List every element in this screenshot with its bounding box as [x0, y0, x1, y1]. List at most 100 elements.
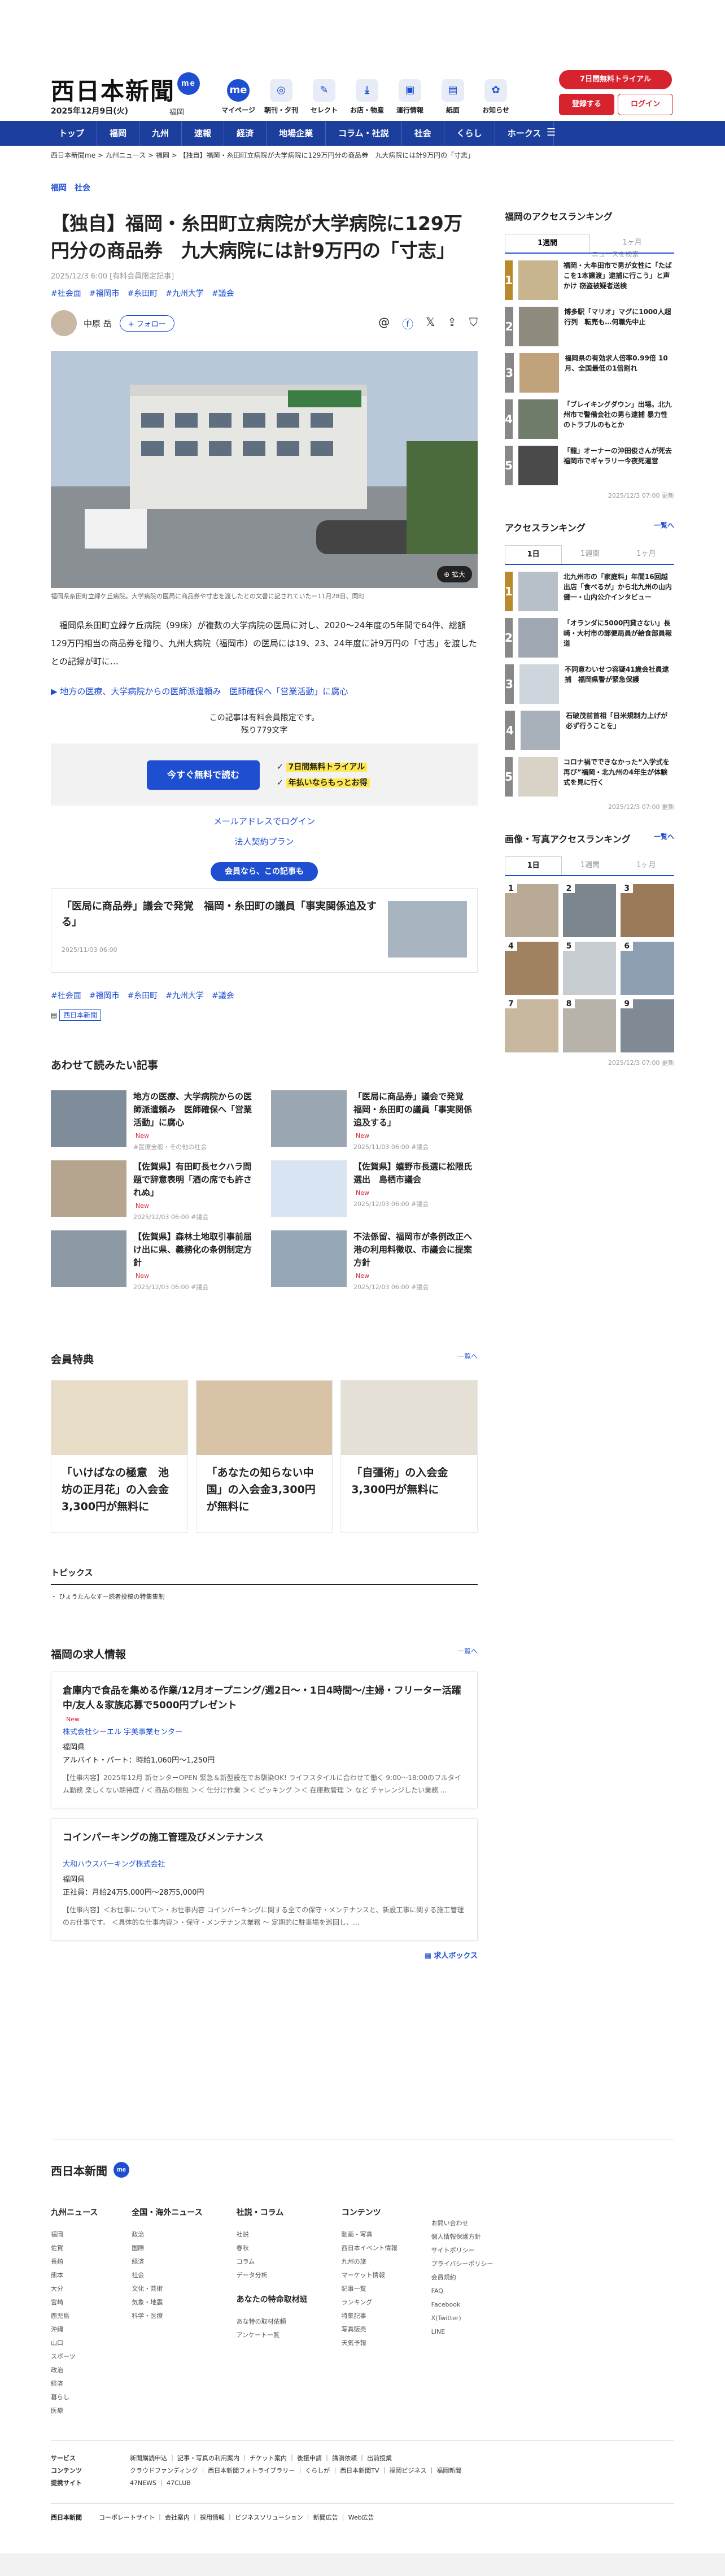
footer-link[interactable]: 記事一覧	[342, 2282, 398, 2296]
footer-link[interactable]: 動画・写真	[342, 2228, 398, 2242]
login-button[interactable]: ログイン	[618, 94, 673, 115]
photo-rank-item[interactable]: 1	[505, 884, 558, 937]
tab-tabs2[interactable]: 1週間	[562, 545, 618, 564]
ranking-item[interactable]: 5 「龍」オーナーの沖田俊さんが死去 福岡市でギャラリー今夜死運営	[505, 446, 679, 485]
rank-more-link[interactable]: 一覧へ	[654, 520, 674, 534]
recommend-item[interactable]: 【佐賀県】有田町長セクハラ問題で辞意表明「酒の席でも許されぬ」 New 2025/1…	[51, 1160, 257, 1221]
footer-link[interactable]: プライバシーポリシー	[431, 2257, 493, 2271]
header-icon-2[interactable]: ✎ セレクト	[306, 79, 342, 115]
benefit-card[interactable]: 「自彊術」の入会金3,300円が無料に	[340, 1380, 478, 1533]
footer-row-links[interactable]: クラウドファンディング ｜ 西日本新聞フォトライブラリー ｜ くらしが ｜ 西日…	[130, 2465, 461, 2477]
footer-link[interactable]: ランキング	[342, 2296, 398, 2309]
read-free-button[interactable]: 今すぐ無料で読む	[147, 760, 260, 790]
header-icon-4[interactable]: ▣ 運行情報	[392, 79, 428, 115]
tag-link[interactable]: #糸田町	[127, 288, 158, 299]
footer-link[interactable]: 佐賀	[51, 2242, 98, 2255]
article-categories[interactable]: 福岡 社会	[51, 182, 478, 193]
header-icon-6[interactable]: ✿ お知らせ	[478, 79, 514, 115]
article-photo[interactable]: ⊕ 拡大	[51, 351, 478, 588]
tab-tabs2[interactable]: 1日	[505, 545, 562, 564]
ranking-item[interactable]: 2 博多駅「マリオ」マグに1000人超行列 転売も…何職先中止	[505, 307, 674, 346]
email-login-link[interactable]: メールアドレスでログイン	[51, 811, 478, 832]
tab-tabs1[interactable]: 1ヶ月	[590, 234, 674, 253]
footer-link[interactable]: 経済	[51, 2377, 98, 2391]
job-card[interactable]: 倉庫内で食品を集める作業/12月オープニング/週2日～・1日4時間～/主婦・フリ…	[51, 1672, 478, 1808]
footer-link[interactable]: LINE	[431, 2325, 493, 2339]
photo-rank-item[interactable]: 9	[621, 999, 674, 1052]
bookmark-icon[interactable]: ⛉	[469, 315, 478, 332]
footer-link[interactable]: 長崎	[51, 2255, 98, 2269]
footer-link[interactable]: 西日本イベント情報	[342, 2242, 398, 2255]
ranking-item[interactable]: 4 「ブレイキングダウン」出場。北九州市で警備会社の男ら逮捕 暴力性のトラブルのも…	[505, 399, 674, 439]
threads-icon[interactable]: @	[378, 315, 390, 332]
site-logo[interactable]: 西日本新聞 me	[51, 72, 200, 107]
footer-link[interactable]: 特集記事	[342, 2309, 398, 2323]
footer-link[interactable]: 社説	[237, 2228, 308, 2242]
footer-link[interactable]: FAQ	[431, 2285, 493, 2298]
tab-tabs3[interactable]: 1ヶ月	[618, 856, 674, 875]
nav-item-4[interactable]: 経済	[224, 121, 267, 146]
recommend-item[interactable]: 「医局に商品券」議会で発覚 福岡・糸田町の議員「事実関係追及する」 New 2025…	[271, 1090, 478, 1151]
footer-link[interactable]: 暮らし	[51, 2391, 98, 2404]
footer-logo[interactable]: 西日本新聞 me	[51, 2139, 674, 2178]
nav-item-1[interactable]: 福岡	[97, 121, 140, 146]
footer-row-links[interactable]: 新聞購読申込 ｜ 記事・写真の利用案内 ｜ チケット案内 ｜ 後援申請 ｜ 講演…	[130, 2452, 392, 2465]
nav-item-5[interactable]: 地場企業	[267, 121, 326, 146]
facebook-icon[interactable]: ⓕ	[402, 315, 413, 332]
header-icon-0[interactable]: me マイページ	[220, 79, 256, 115]
ranking-item[interactable]: 1 福岡・大牟田市で男が女性に「たばこを1本譲渡」逮捕に行こう」と声かけ 窃盗被疑…	[505, 260, 674, 300]
header-icon-1[interactable]: ◎ 朝刊・夕刊	[263, 79, 299, 115]
photo-rank-more-link[interactable]: 一覧へ	[654, 832, 674, 845]
footer-link[interactable]: 経済	[132, 2255, 202, 2269]
ranking-item[interactable]: 1 北九州市の「家庭料」年間16回越出店「食べるが」から北九州の山内健一・山内公介…	[505, 572, 674, 611]
publisher-badge[interactable]: 西日本新聞	[59, 1009, 102, 1021]
tab-tabs3[interactable]: 1週間	[562, 856, 618, 875]
footer-link[interactable]: コラム	[237, 2255, 308, 2269]
ranking-item[interactable]: 3 福岡県の有効求人倍率0.99倍 10月、全国最低の1倍割れ	[505, 353, 674, 393]
search-icon[interactable]: ⌕	[660, 128, 664, 137]
footer-link[interactable]: 福岡	[51, 2228, 98, 2242]
tag-link[interactable]: #福岡市	[89, 288, 120, 299]
tag-link[interactable]: #議会	[212, 288, 234, 299]
share-icon[interactable]: ⇪	[447, 315, 457, 332]
footer-link[interactable]: アンケート一覧	[237, 2329, 308, 2342]
author-avatar[interactable]	[51, 310, 77, 336]
ranking-item[interactable]: 2 「オランダに5000円貸さない」長崎・大村市の郵便局員が給食部員報道	[505, 618, 674, 658]
benefit-card[interactable]: 「いけばなの極意 池坊の正月花」の入会金3,300円が無料に	[51, 1380, 188, 1533]
tab-tabs3[interactable]: 1日	[505, 856, 562, 875]
footer-link[interactable]: 春秋	[237, 2242, 308, 2255]
footer-link[interactable]: X(Twitter)	[431, 2312, 493, 2325]
member-article-card[interactable]: 「医局に商品券」議会で発覚 福岡・糸田町の議員「事実関係追及する」 2025/1…	[51, 888, 478, 973]
footer-link[interactable]: あな特の取材依頼	[237, 2315, 308, 2329]
photo-rank-item[interactable]: 5	[562, 942, 617, 995]
ranking-item[interactable]: 3 不同意わいせつ容疑41歳会社員逮捕 福岡県警が緊急保護	[505, 664, 674, 704]
tag-link[interactable]: #糸田町	[127, 990, 158, 1001]
tag-link[interactable]: #議会	[212, 990, 234, 1001]
job-card[interactable]: コインパーキングの施工管理及びメンテナンス 大和ハウスパーキング株式会社 福岡県 正社…	[51, 1818, 478, 1940]
corporate-plan-link[interactable]: 法人契約プラン	[51, 832, 478, 852]
footer-link[interactable]: スポーツ	[51, 2350, 98, 2364]
zoom-button[interactable]: ⊕ 拡大	[437, 566, 472, 582]
footer-link[interactable]: 科学・医療	[132, 2309, 202, 2323]
photo-rank-item[interactable]: 3	[621, 884, 674, 937]
footer-link[interactable]: 天気予報	[342, 2336, 398, 2350]
recommend-item[interactable]: 【佐賀県】森林土地取引事前届け出に県、義務化の条例制定方針 New 2025/12/…	[51, 1230, 257, 1291]
tab-tabs2[interactable]: 1ヶ月	[618, 545, 674, 564]
jobs-more-link[interactable]: 一覧へ	[457, 1646, 478, 1661]
ranking-item[interactable]: 4 石破茂前首相「日米規制力上げが必ず行うことを」	[505, 711, 674, 750]
jobs-sponsor[interactable]: ▦ 求人ボックス	[51, 1950, 478, 1960]
footer-link[interactable]: 会員規約	[431, 2271, 493, 2285]
photo-rank-item[interactable]: 2	[562, 884, 617, 937]
tag-link[interactable]: #九州大学	[165, 990, 204, 1001]
footer-link[interactable]: 熊本	[51, 2269, 98, 2282]
photo-rank-item[interactable]: 8	[562, 999, 617, 1052]
nav-item-2[interactable]: 九州	[139, 121, 182, 146]
nav-item-7[interactable]: 社会	[402, 121, 444, 146]
follow-button[interactable]: + フォロー	[119, 315, 174, 332]
recommend-item[interactable]: 【佐賀県】嬉野市長選に松隈氏選出 島栖市議会 New 2025/12/03 06:0…	[271, 1160, 478, 1218]
ranking-item[interactable]: 5 コロナ禍でできなかった“入学式を再び”福岡・北九州の4年生が体験式を見に行く	[505, 757, 674, 797]
footer-corporate-links[interactable]: コーポレートサイト ｜ 会社案内 ｜ 採用情報 ｜ ビジネスソリューション ｜ …	[99, 2513, 374, 2522]
footer-link[interactable]: サイトポリシー	[431, 2244, 493, 2257]
footer-link[interactable]: 宮崎	[51, 2296, 98, 2309]
benefits-more-link[interactable]: 一覧へ	[457, 1351, 478, 1367]
